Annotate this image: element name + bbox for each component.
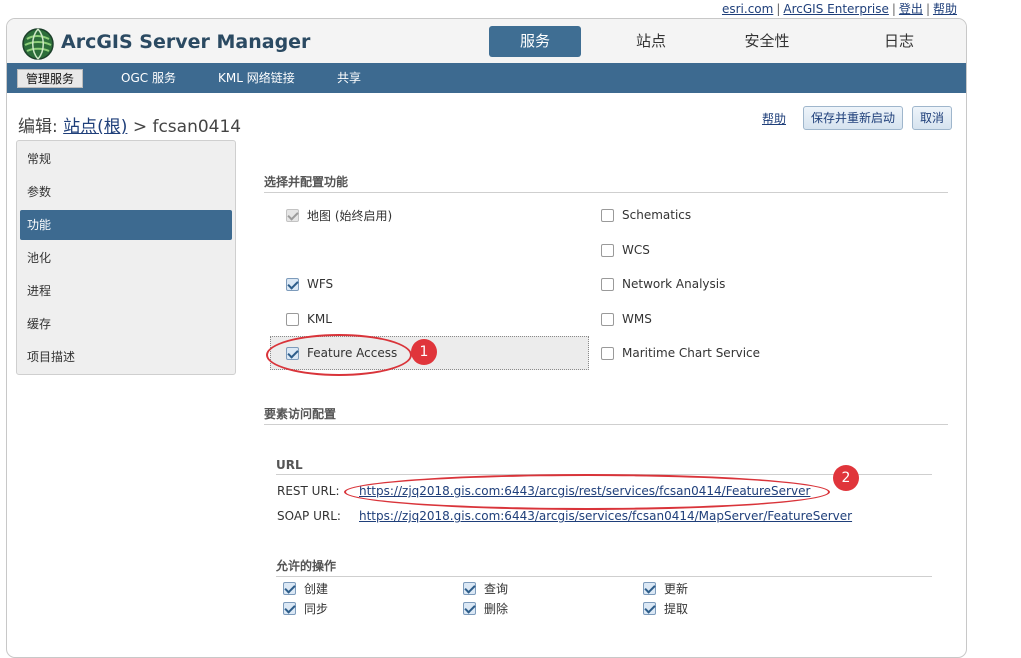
- wms-checkbox[interactable]: [601, 312, 614, 326]
- capability-label: 地图 (始终启用): [307, 208, 393, 223]
- left-menu: 常规 参数 功能 池化 进程 缓存 项目描述: [16, 140, 236, 375]
- annotation-marker-1: 1: [411, 339, 437, 365]
- subnav-ogc-services[interactable]: OGC 服务: [121, 69, 176, 88]
- map-checkbox: [286, 208, 299, 222]
- subnav-sharing[interactable]: 共享: [337, 69, 361, 88]
- save-restart-button[interactable]: 保存并重新启动: [803, 106, 904, 130]
- help-link[interactable]: 帮助: [762, 110, 786, 127]
- menu-item-general[interactable]: 常规: [20, 144, 232, 174]
- operation-create[interactable]: 创建: [283, 578, 328, 598]
- capability-wms[interactable]: WMS: [601, 309, 652, 329]
- capabilities-heading: 选择并配置功能: [264, 173, 948, 193]
- sub-nav: 管理服务 OGC 服务 KML 网络链接 共享: [7, 63, 966, 93]
- rest-url-row: REST URL: https://zjq2018.gis.com:6443/a…: [277, 484, 810, 498]
- operation-extract[interactable]: 提取: [643, 598, 688, 618]
- breadcrumb-separator: >: [132, 117, 148, 137]
- menu-item-caching[interactable]: 缓存: [20, 309, 232, 339]
- schematics-checkbox[interactable]: [601, 208, 614, 222]
- operation-query[interactable]: 查询: [463, 578, 508, 598]
- annotation-ellipse-rest-url: [344, 474, 830, 510]
- capability-network-analysis[interactable]: Network Analysis: [601, 274, 725, 294]
- logout-link[interactable]: 登出: [899, 2, 923, 16]
- wfs-checkbox[interactable]: [286, 277, 299, 291]
- breadcrumb-prefix: 编辑:: [18, 117, 58, 137]
- breadcrumb-root-link[interactable]: 站点(根): [63, 117, 127, 137]
- capability-kml[interactable]: KML: [286, 309, 332, 329]
- esri-link[interactable]: esri.com: [722, 2, 773, 16]
- extract-checkbox[interactable]: [643, 601, 656, 615]
- tab-security[interactable]: 安全性: [721, 26, 813, 57]
- update-checkbox[interactable]: [643, 581, 656, 595]
- operation-label: 创建: [304, 581, 329, 596]
- kml-checkbox[interactable]: [286, 312, 299, 326]
- wcs-checkbox[interactable]: [601, 243, 614, 257]
- soap-url-label: SOAP URL:: [277, 509, 341, 523]
- operation-label: 同步: [304, 601, 329, 616]
- menu-item-processes[interactable]: 进程: [20, 276, 232, 306]
- arcgis-enterprise-link[interactable]: ArcGIS Enterprise: [783, 2, 888, 16]
- menu-item-item-description[interactable]: 项目描述: [20, 342, 232, 372]
- subnav-kml-network-links[interactable]: KML 网络链接: [218, 69, 295, 88]
- capability-maritime-chart-service[interactable]: Maritime Chart Service: [601, 343, 760, 363]
- operation-label: 查询: [484, 581, 509, 596]
- operation-delete[interactable]: 删除: [463, 598, 508, 618]
- header: ArcGIS Server Manager 服务 站点 安全性 日志: [7, 19, 966, 64]
- capability-wcs[interactable]: WCS: [601, 240, 650, 260]
- capability-label: WCS: [622, 243, 650, 257]
- subnav-manage-services[interactable]: 管理服务: [17, 69, 84, 88]
- allowed-operations-heading: 允许的操作: [276, 557, 932, 577]
- operation-update[interactable]: 更新: [643, 578, 688, 598]
- maritime-chart-service-checkbox[interactable]: [601, 346, 614, 360]
- create-checkbox[interactable]: [283, 581, 296, 595]
- operation-label: 删除: [484, 601, 509, 616]
- capability-map: 地图 (始终启用): [286, 205, 392, 225]
- query-checkbox[interactable]: [463, 581, 476, 595]
- app-title: ArcGIS Server Manager: [61, 31, 311, 53]
- breadcrumb-service-name: fcsan0414: [152, 117, 242, 137]
- arcgis-globe-icon: [21, 27, 55, 64]
- capability-wfs[interactable]: WFS: [286, 274, 333, 294]
- rest-url-label: REST URL:: [277, 484, 340, 498]
- help-top-link[interactable]: 帮助: [933, 2, 957, 16]
- annotation-marker-2: 2: [833, 465, 859, 491]
- capability-label: WFS: [307, 277, 334, 291]
- capability-label: WMS: [622, 312, 652, 326]
- tab-site[interactable]: 站点: [605, 26, 697, 57]
- tab-logs[interactable]: 日志: [853, 26, 945, 57]
- breadcrumb: 编辑: 站点(根) > fcsan0414: [18, 112, 241, 137]
- top-links: esri.com | ArcGIS Enterprise | 登出 | 帮助: [721, 2, 957, 16]
- network-analysis-checkbox[interactable]: [601, 277, 614, 291]
- operation-label: 提取: [664, 601, 689, 616]
- capability-label: Network Analysis: [622, 277, 726, 291]
- soap-url-row: SOAP URL: https://zjq2018.gis.com:6443/a…: [277, 509, 852, 523]
- operation-sync[interactable]: 同步: [283, 598, 328, 618]
- capability-schematics[interactable]: Schematics: [601, 205, 691, 225]
- menu-item-pooling[interactable]: 池化: [20, 243, 232, 273]
- soap-url-link[interactable]: https://zjq2018.gis.com:6443/arcgis/serv…: [359, 509, 852, 523]
- capability-label: Maritime Chart Service: [622, 346, 761, 360]
- menu-item-capabilities[interactable]: 功能: [20, 210, 232, 240]
- sync-checkbox[interactable]: [283, 601, 296, 615]
- menu-item-parameters[interactable]: 参数: [20, 177, 232, 207]
- operation-label: 更新: [664, 581, 689, 596]
- feature-access-config-heading: 要素访问配置: [264, 405, 948, 425]
- delete-checkbox[interactable]: [463, 601, 476, 615]
- annotation-ellipse-feature-access: [266, 334, 412, 376]
- capability-label: Schematics: [622, 208, 692, 222]
- tab-services[interactable]: 服务: [489, 26, 581, 57]
- capability-label: KML: [307, 312, 332, 326]
- cancel-button[interactable]: 取消: [912, 106, 953, 130]
